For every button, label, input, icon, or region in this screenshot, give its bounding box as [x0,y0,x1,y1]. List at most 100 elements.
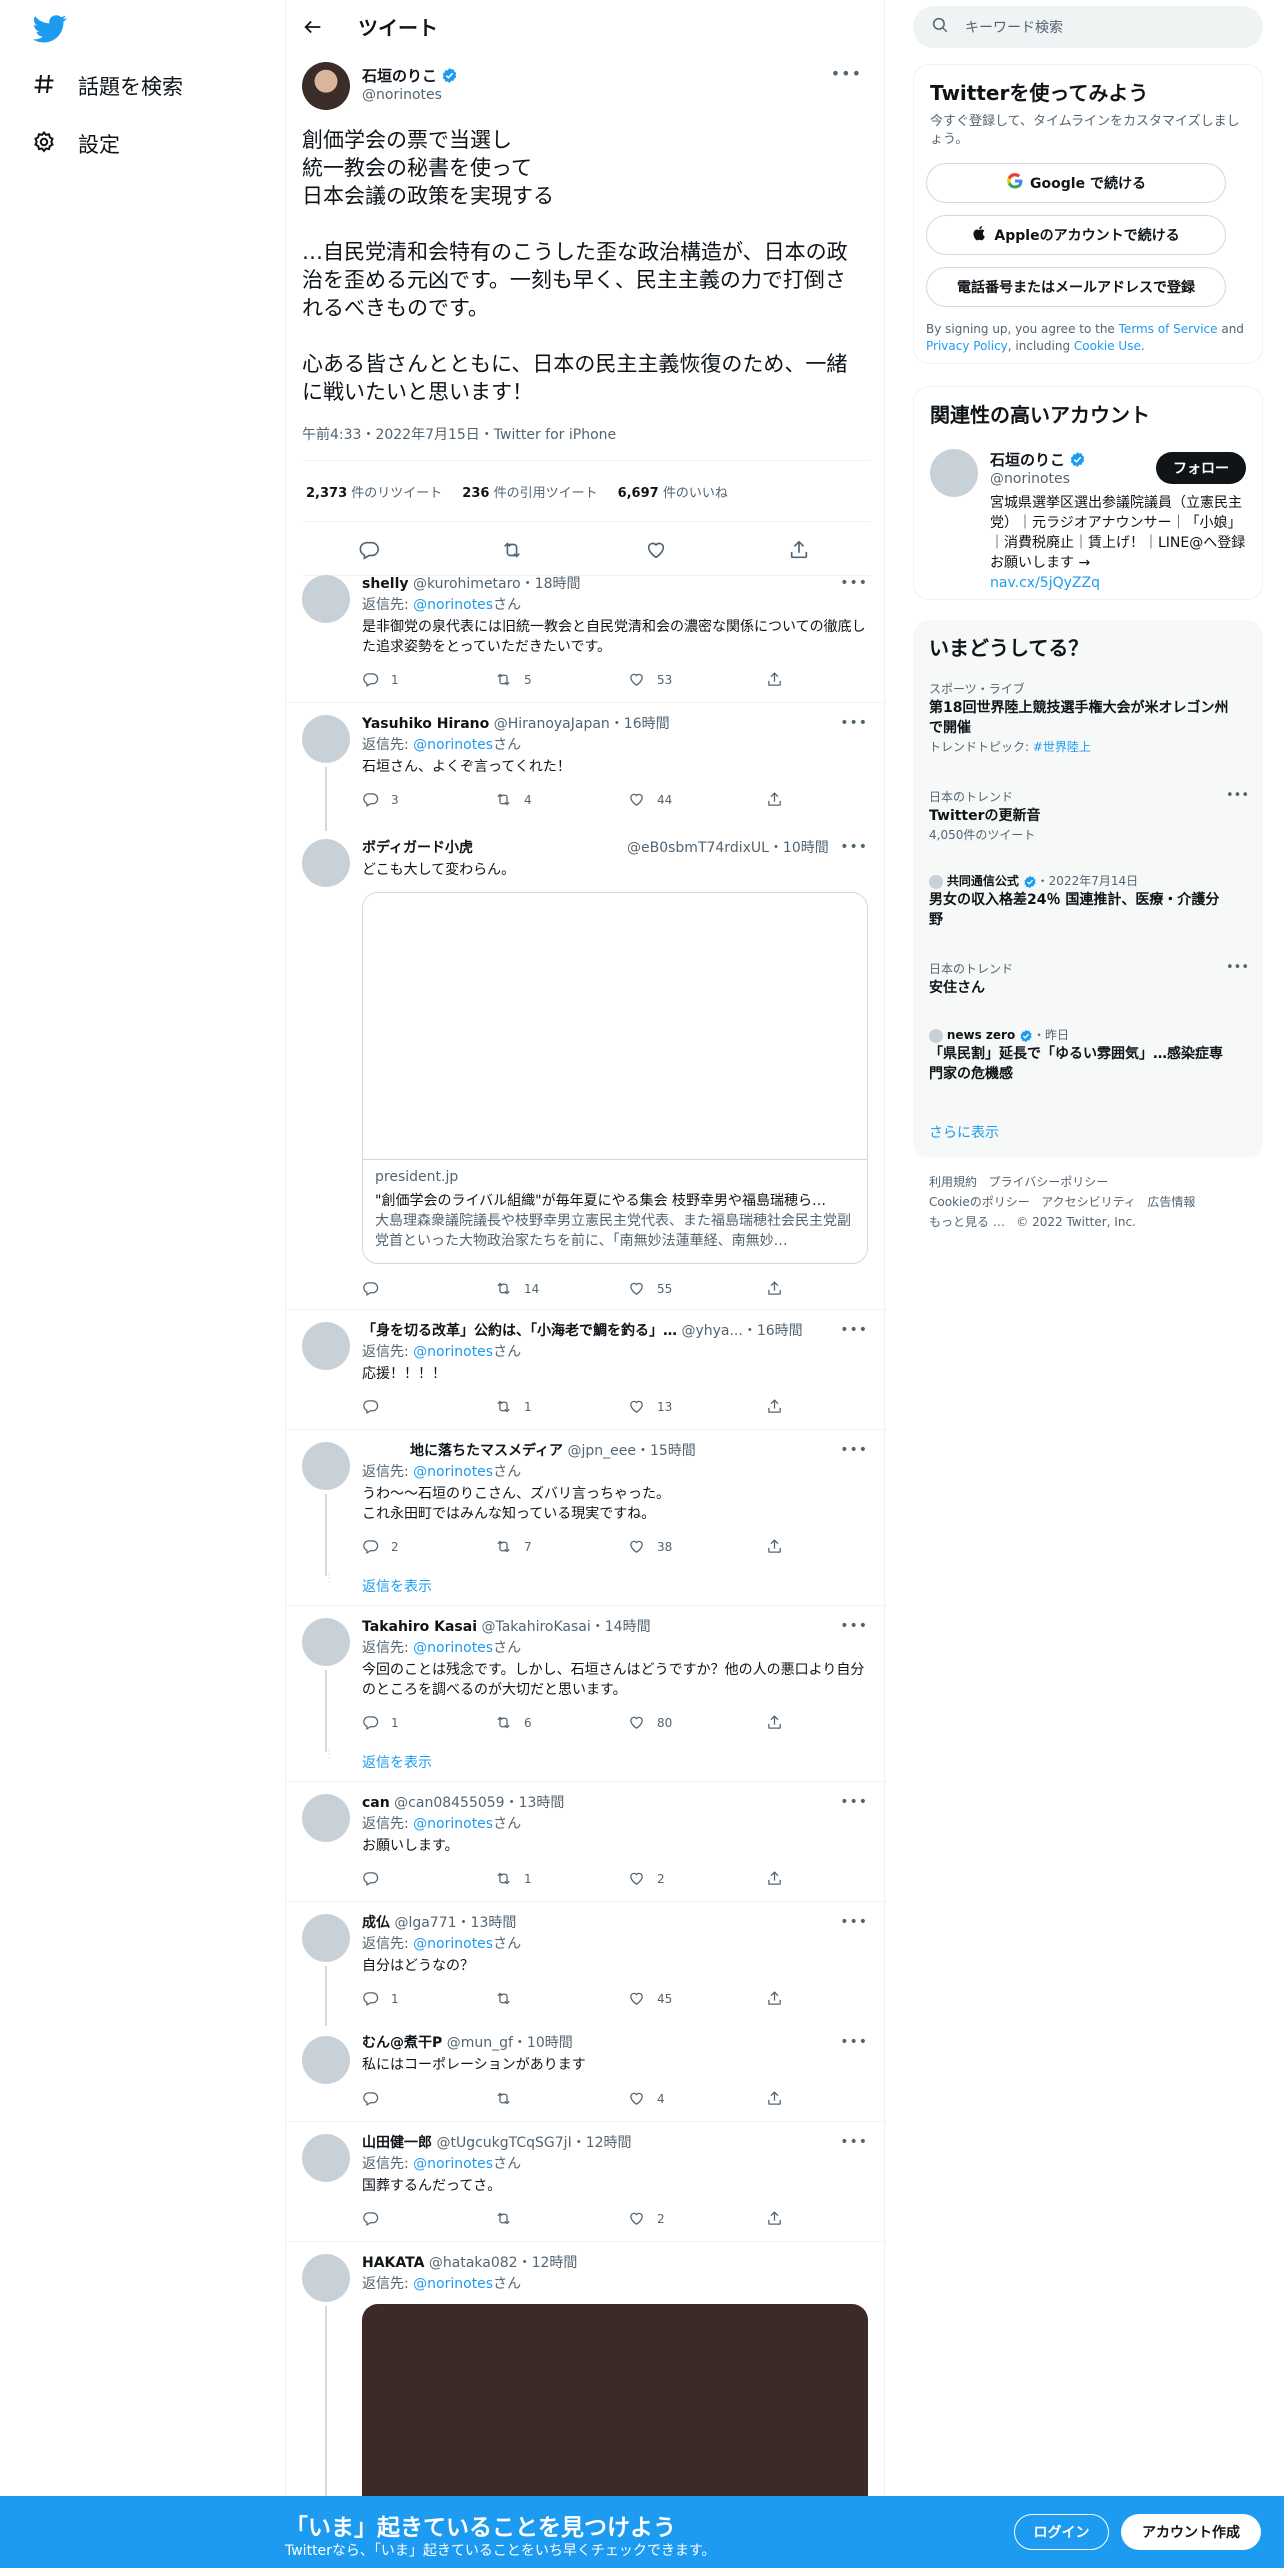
share-button[interactable] [766,1538,783,1555]
trend-item[interactable]: スポーツ・ライブ 第18回世界陸上競技選手権大会が米オレゴン州で開催 トレンドト… [929,680,1229,756]
more-options-icon[interactable]: ••• [840,2034,868,2050]
twitter-logo-icon[interactable] [33,14,67,44]
reply-button[interactable] [362,1398,379,1415]
back-arrow-icon[interactable] [302,16,324,38]
reply-button[interactable]: 1 [362,1990,399,2007]
quote-count[interactable]: 236 件の引用ツイート [462,482,597,501]
share-button[interactable] [766,1280,783,1297]
more-options-icon[interactable]: ••• [840,575,868,591]
avatar[interactable] [302,2036,350,2084]
reply-tweet[interactable]: can @can08455059・13時間 ••• 返信先: @norinote… [286,1782,886,1902]
reply-button[interactable]: 1 [362,671,399,688]
avatar[interactable] [302,575,350,623]
search-input[interactable]: キーワード検索 [965,17,1063,37]
bio-link[interactable]: nav.cx/5jQyZZq [990,575,1100,591]
retweet-button[interactable]: 1 [495,1870,532,1887]
like-icon[interactable] [645,539,667,561]
more-options-icon[interactable]: ••• [840,1794,868,1810]
footer-link[interactable]: アクセシビリティ [1041,1195,1136,1209]
related-name[interactable]: 石垣のりこ [990,449,1086,470]
like-button[interactable]: 13 [628,1398,672,1415]
like-button[interactable]: 80 [628,1714,672,1731]
show-more-link[interactable]: さらに表示 [929,1122,999,1142]
share-button[interactable] [766,791,783,808]
reply-button[interactable] [362,2210,379,2227]
like-button[interactable]: 53 [628,671,672,688]
retweet-button[interactable]: 5 [495,671,532,688]
avatar[interactable] [302,715,350,763]
retweet-button[interactable] [495,2090,512,2107]
retweet-button[interactable]: 6 [495,1714,532,1731]
more-options-icon[interactable]: ••• [1226,788,1249,803]
more-options-icon[interactable]: ••• [840,839,868,855]
more-options-icon[interactable]: ••• [831,64,862,83]
link-card[interactable]: president.jp "創価学会のライバル組織"が毎年夏にやる集会 枝野幸男… [362,892,868,1264]
like-button[interactable]: 55 [628,1280,672,1297]
like-button[interactable]: 44 [628,791,672,808]
share-button[interactable] [766,1398,783,1415]
avatar[interactable] [930,449,978,497]
more-options-icon[interactable]: ••• [840,1322,868,1338]
like-count[interactable]: 6,697 件のいいね [618,482,728,501]
like-button[interactable]: 4 [628,2090,665,2107]
avatar[interactable] [302,2134,350,2182]
privacy-link[interactable]: Privacy Policy [926,339,1008,353]
avatar[interactable] [302,1914,350,1962]
related-handle[interactable]: @norinotes [990,471,1070,487]
trend-item[interactable]: 共同通信公式 ・2022年7月14日 男女の収入格差24％ 国連推計、医療・介護… [929,872,1229,930]
nav-settings[interactable]: 設定 [32,124,120,164]
retweet-button[interactable]: 14 [495,1280,539,1297]
reply-tweet[interactable]: 「身を切る改革」公約は、「小海老で鯛を釣る」… @yhya...・16時間 ••… [286,1310,886,1430]
author-handle[interactable]: @norinotes [362,87,442,103]
share-button[interactable] [766,1714,783,1731]
reply-tweet[interactable]: ⋮ 地に落ちたマスメディア @jpn_eee・15時間 ••• 返信先: @no… [286,1430,886,1606]
share-icon[interactable] [788,539,810,561]
retweet-button[interactable] [495,2210,512,2227]
footer-link[interactable]: もっと見る … [929,1215,1005,1229]
avatar[interactable] [302,1794,350,1842]
search-bar[interactable]: キーワード検索 [913,6,1263,48]
reply-button[interactable] [362,2090,379,2107]
signup-button[interactable]: アカウント作成 [1121,2514,1261,2550]
more-options-icon[interactable]: ••• [1226,960,1249,975]
like-button[interactable]: 2 [628,1870,665,1887]
footer-link[interactable]: Cookieのポリシー [929,1195,1030,1209]
tweet-timestamp[interactable]: 午前4:33・2022年7月15日・Twitter for iPhone [302,424,616,444]
more-options-icon[interactable]: ••• [840,1914,868,1930]
share-button[interactable] [766,671,783,688]
share-button[interactable] [766,2090,783,2107]
footer-link[interactable]: プライバシーポリシー [988,1175,1108,1189]
follow-button[interactable]: フォロー [1156,452,1246,484]
more-options-icon[interactable]: ••• [840,715,868,731]
trend-item[interactable]: news zero ・昨日 「県民割」延長で「ゆるい雰囲気」…感染症専門家の危機… [929,1026,1229,1084]
retweet-count[interactable]: 2,373 件のリツイート [306,482,442,501]
share-button[interactable] [766,2210,783,2227]
share-button[interactable] [766,1990,783,2007]
apple-signin-button[interactable]: Appleのアカウントで続ける [926,215,1226,255]
reply-tweet[interactable]: ボディガード小虎 @eB0sbmT74rdixUL・10時間 ••• どこも大し… [286,831,886,1310]
retweet-button[interactable]: 4 [495,791,532,808]
cookie-link[interactable]: Cookie Use [1074,339,1141,353]
like-button[interactable]: 2 [628,2210,665,2227]
nav-explore[interactable]: 話題を検索 [32,66,183,106]
reply-tweet[interactable]: むん@煮干P @mun_gf・10時間 ••• 私にはコーポレーションがあります… [286,2030,886,2122]
reply-button[interactable] [362,1870,379,1887]
retweet-icon[interactable] [501,539,523,561]
avatar[interactable] [302,2254,350,2302]
avatar[interactable] [302,839,350,887]
footer-link[interactable]: 広告情報 [1147,1195,1195,1209]
trend-item[interactable]: 日本のトレンド 安住さん ••• [929,960,1249,998]
avatar[interactable] [302,1618,350,1666]
reply-tweet[interactable]: 山田健一郎 @tUgcukgTCqSG7jI・12時間 ••• 返信先: @no… [286,2122,886,2242]
reply-button[interactable]: 3 [362,791,399,808]
google-signin-button[interactable]: Google で続ける [926,163,1226,203]
like-button[interactable]: 45 [628,1990,672,2007]
reply-tweet[interactable]: ⋮ Takahiro Kasai @TakahiroKasai・14時間 •••… [286,1606,886,1782]
share-button[interactable] [766,1870,783,1887]
show-replies-link[interactable]: 返信を表示 [362,1576,432,1596]
retweet-button[interactable] [495,1990,512,2007]
like-button[interactable]: 38 [628,1538,672,1555]
author-name-row[interactable]: 石垣のりこ [362,65,458,86]
retweet-button[interactable]: 1 [495,1398,532,1415]
login-button[interactable]: ログイン [1014,2514,1109,2550]
